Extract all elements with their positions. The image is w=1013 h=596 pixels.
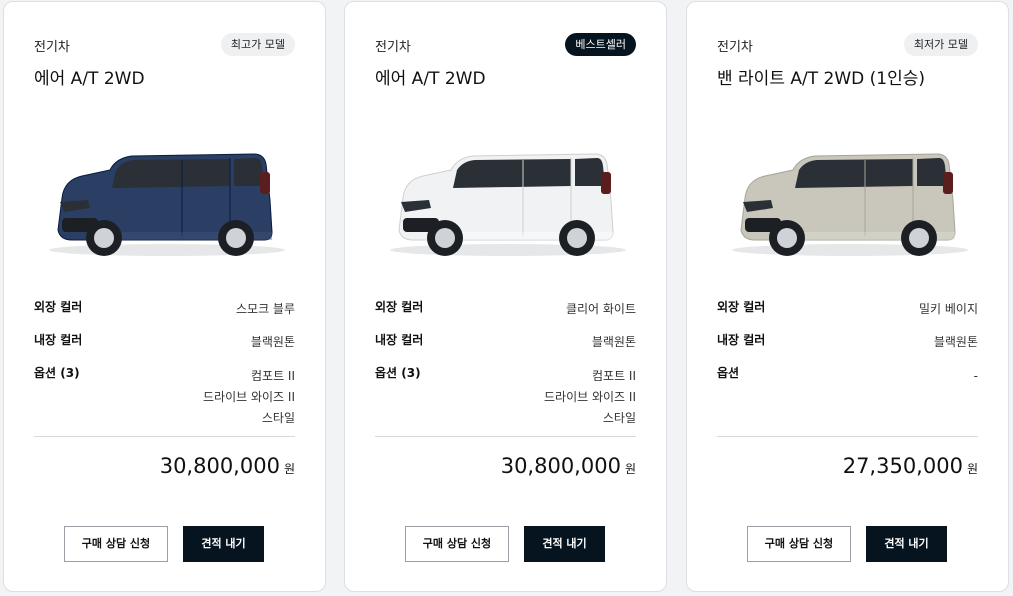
exterior-color-row: 외장 컬러 밀키 베이지 xyxy=(717,296,978,329)
price: 27,350,000 원 xyxy=(843,454,978,478)
interior-color-value: 블랙원톤 xyxy=(250,335,295,349)
exterior-color-row: 외장 컬러 클리어 화이트 xyxy=(375,296,636,329)
category-label: 전기차 xyxy=(717,40,753,55)
price-unit: 원 xyxy=(283,462,295,476)
options-list: 컴포트 II 드라이브 와이즈 II 스타일 xyxy=(203,366,295,429)
option-item: 스타일 xyxy=(602,411,636,425)
exterior-color-value: 스모크 블루 xyxy=(235,302,295,316)
spec-list: 외장 컬러 스모크 블루 내장 컬러 블랙원톤 옵션 (3) 컴포트 II 드라… xyxy=(34,296,295,425)
option-item: - xyxy=(973,369,978,383)
price-amount: 30,800,000 xyxy=(500,454,621,478)
interior-color-label: 내장 컬러 xyxy=(34,333,83,347)
car-image xyxy=(390,153,626,256)
option-item: 드라이브 와이즈 II xyxy=(203,390,295,404)
interior-color-label: 내장 컬러 xyxy=(717,333,766,347)
car-image xyxy=(49,153,285,256)
interior-color-row: 내장 컬러 블랙원톤 xyxy=(34,329,295,362)
interior-color-value: 블랙원톤 xyxy=(591,335,636,349)
model-card: 전기차 최고가 모델 에어 A/T 2WD 외장 컬러 스모크 블루 내장 컬러… xyxy=(3,1,326,592)
exterior-color-row: 외장 컬러 스모크 블루 xyxy=(34,296,295,329)
category-label: 전기차 xyxy=(34,40,70,55)
model-card: 전기차 최저가 모델 밴 라이트 A/T 2WD (1인승) 외장 컬러 밀키 … xyxy=(686,1,1009,592)
model-cards: 전기차 최고가 모델 에어 A/T 2WD 외장 컬러 스모크 블루 내장 컬러… xyxy=(0,0,1013,596)
price-unit: 원 xyxy=(966,462,978,476)
interior-color-label: 내장 컬러 xyxy=(375,333,424,347)
options-list: 컴포트 II 드라이브 와이즈 II 스타일 xyxy=(544,366,636,429)
purchase-consult-button[interactable]: 구매 상담 신청 xyxy=(64,526,168,562)
price-unit: 원 xyxy=(624,462,636,476)
divider xyxy=(375,436,636,437)
price-amount: 30,800,000 xyxy=(159,454,280,478)
spec-list: 외장 컬러 밀키 베이지 내장 컬러 블랙원톤 옵션 - xyxy=(717,296,978,395)
get-quote-button[interactable]: 견적 내기 xyxy=(866,526,947,562)
spec-list: 외장 컬러 클리어 화이트 내장 컬러 블랙원톤 옵션 (3) 컴포트 II 드… xyxy=(375,296,636,425)
exterior-color-label: 외장 컬러 xyxy=(717,300,766,314)
price: 30,800,000 원 xyxy=(160,454,295,478)
badge-bestseller: 베스트셀러 xyxy=(565,33,636,56)
model-name: 밴 라이트 A/T 2WD (1인승) xyxy=(717,69,925,89)
category-label: 전기차 xyxy=(375,40,411,55)
purchase-consult-button[interactable]: 구매 상담 신청 xyxy=(405,526,509,562)
model-name: 에어 A/T 2WD xyxy=(34,69,145,89)
options-label: 옵션 (3) xyxy=(34,366,80,380)
divider xyxy=(34,436,295,437)
price: 30,800,000 원 xyxy=(501,454,636,478)
price-amount: 27,350,000 xyxy=(842,454,963,478)
option-item: 드라이브 와이즈 II xyxy=(544,390,636,404)
interior-color-row: 내장 컬러 블랙원톤 xyxy=(717,329,978,362)
options-list: - xyxy=(974,366,978,387)
exterior-color-label: 외장 컬러 xyxy=(375,300,424,314)
get-quote-button[interactable]: 견적 내기 xyxy=(183,526,264,562)
interior-color-row: 내장 컬러 블랙원톤 xyxy=(375,329,636,362)
model-name: 에어 A/T 2WD xyxy=(375,69,486,89)
get-quote-button[interactable]: 견적 내기 xyxy=(524,526,605,562)
options-row: 옵션 - xyxy=(717,362,978,395)
options-row: 옵션 (3) 컴포트 II 드라이브 와이즈 II 스타일 xyxy=(375,362,636,425)
option-item: 스타일 xyxy=(261,411,295,425)
exterior-color-value: 밀키 베이지 xyxy=(918,302,978,316)
option-item: 컴포트 II xyxy=(591,369,636,383)
car-image xyxy=(732,153,968,256)
options-label: 옵션 xyxy=(717,366,740,380)
option-item: 컴포트 II xyxy=(250,369,295,383)
exterior-color-value: 클리어 화이트 xyxy=(565,302,636,316)
badge-lowest-price: 최저가 모델 xyxy=(903,33,978,56)
options-row: 옵션 (3) 컴포트 II 드라이브 와이즈 II 스타일 xyxy=(34,362,295,425)
model-card: 전기차 베스트셀러 에어 A/T 2WD 외장 컬러 클리어 화이트 내장 컬러… xyxy=(344,1,667,592)
purchase-consult-button[interactable]: 구매 상담 신청 xyxy=(747,526,851,562)
interior-color-value: 블랙원톤 xyxy=(933,335,978,349)
divider xyxy=(717,436,978,437)
options-label: 옵션 (3) xyxy=(375,366,421,380)
badge-highest-price: 최고가 모델 xyxy=(220,33,295,56)
exterior-color-label: 외장 컬러 xyxy=(34,300,83,314)
